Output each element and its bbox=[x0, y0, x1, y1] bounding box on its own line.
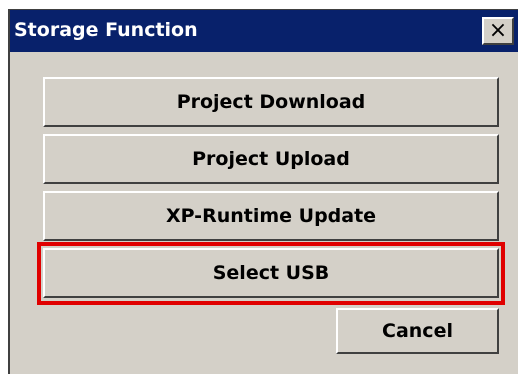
title-bar: Storage Function × bbox=[10, 10, 518, 52]
close-button[interactable]: × bbox=[482, 17, 514, 45]
xp-runtime-update-button[interactable]: XP-Runtime Update bbox=[43, 191, 499, 241]
dialog-title: Storage Function bbox=[14, 19, 198, 41]
storage-function-dialog: Storage Function × Project Download Proj… bbox=[8, 9, 518, 374]
cancel-button[interactable]: Cancel bbox=[336, 308, 499, 354]
cancel-label: Cancel bbox=[382, 320, 453, 342]
project-download-label: Project Download bbox=[176, 91, 366, 113]
select-usb-label: Select USB bbox=[212, 262, 330, 284]
select-usb-button[interactable]: Select USB bbox=[43, 248, 499, 298]
close-icon: × bbox=[488, 18, 508, 43]
project-upload-button[interactable]: Project Upload bbox=[43, 134, 499, 184]
project-upload-label: Project Upload bbox=[192, 148, 350, 170]
project-download-button[interactable]: Project Download bbox=[43, 77, 499, 127]
xp-runtime-update-label: XP-Runtime Update bbox=[165, 205, 377, 227]
